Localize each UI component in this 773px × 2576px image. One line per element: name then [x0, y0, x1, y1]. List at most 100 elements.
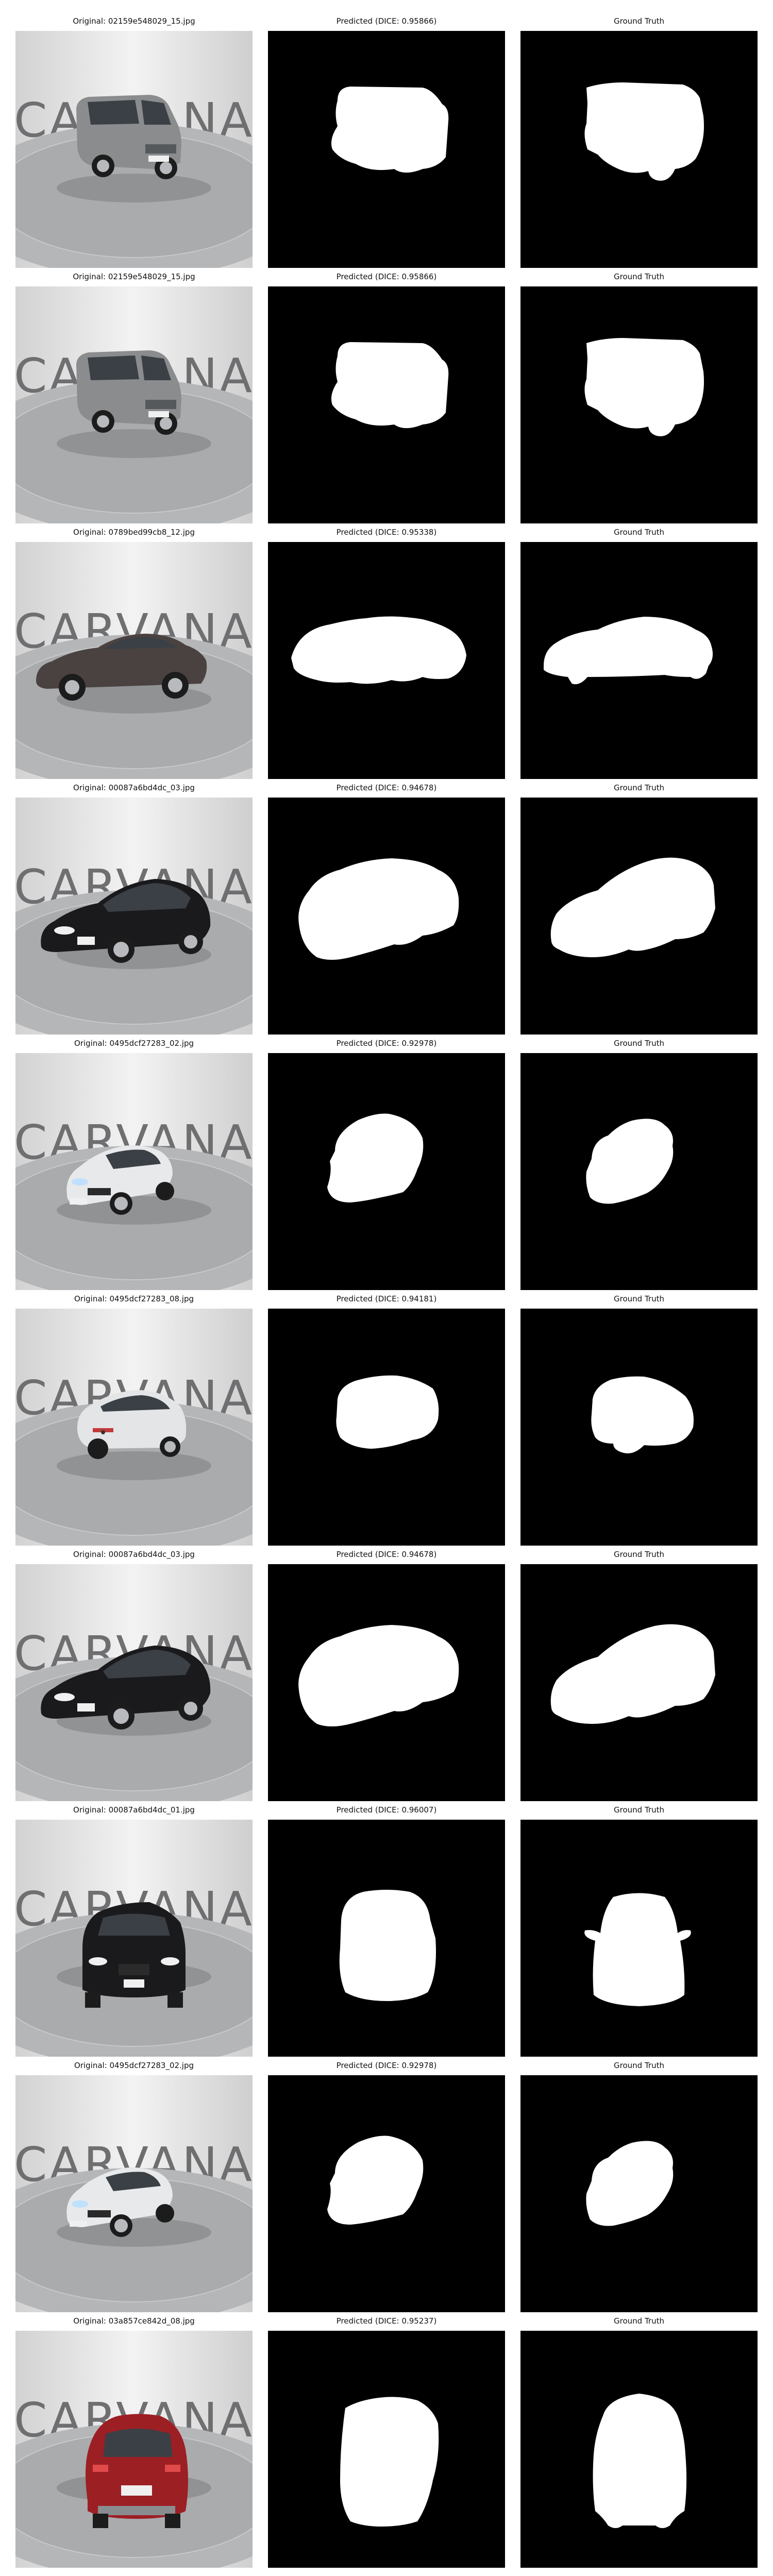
- ground-truth-mask: [520, 1053, 758, 1290]
- original-image-cell: Original: 00087a6bd4dc_01.jpg CARVANA: [15, 1800, 253, 2057]
- original-image-cell: Original: 02159e548029_15.jpg CARVANA: [15, 267, 253, 523]
- ground-truth-title: Ground Truth: [614, 1039, 664, 1048]
- predicted-title: Predicted (DICE: 0.95866): [336, 16, 437, 26]
- predicted-mask: [268, 798, 505, 1035]
- ground-truth-mask-cell: Ground Truth: [520, 1545, 758, 1801]
- ground-truth-mask-cell: Ground Truth: [520, 2311, 758, 2568]
- predicted-mask-cell: Predicted (DICE: 0.95237): [268, 2311, 505, 2568]
- ground-truth-mask-cell: Ground Truth: [520, 522, 758, 779]
- ground-truth-mask: [520, 1820, 758, 2057]
- ground-truth-mask: [520, 798, 758, 1035]
- predicted-mask: [268, 286, 505, 523]
- original-image-cell: Original: 0495dcf27283_08.jpg CARVANA: [15, 1289, 253, 1546]
- result-row: Original: 0789bed99cb8_12.jpg CARVANA Pred…: [0, 522, 773, 779]
- predicted-car-silhouette: [331, 87, 449, 173]
- predicted-title: Predicted (DICE: 0.94181): [336, 1294, 437, 1303]
- ground-truth-title: Ground Truth: [614, 16, 664, 26]
- original-photo: CARVANA: [15, 1564, 253, 1801]
- original-photo: CARVANA: [15, 286, 253, 523]
- predicted-car-silhouette: [339, 1890, 436, 2001]
- predicted-mask: [268, 1820, 505, 2057]
- ground-truth-mask: [520, 1309, 758, 1546]
- ground-truth-mask-cell: Ground Truth: [520, 267, 758, 523]
- car-image: [86, 2414, 188, 2528]
- predicted-mask-cell: Predicted (DICE: 0.96007): [268, 1800, 505, 2057]
- predicted-mask-cell: Predicted (DICE: 0.95866): [268, 267, 505, 523]
- ground-truth-title: Ground Truth: [614, 528, 664, 537]
- original-title: Original: 00087a6bd4dc_03.jpg: [73, 1550, 195, 1559]
- predicted-mask: [268, 1564, 505, 1801]
- car-image: [82, 1902, 186, 2008]
- predicted-mask-cell: Predicted (DICE: 0.92978): [268, 1033, 505, 1290]
- result-row: Original: 03a857ce842d_08.jpg CARVANA Pred…: [0, 2311, 773, 2568]
- ground-truth-title: Ground Truth: [614, 272, 664, 281]
- original-title: Original: 03a857ce842d_08.jpg: [73, 2316, 195, 2326]
- car-shadow: [57, 174, 211, 202]
- original-image-cell: Original: 00087a6bd4dc_03.jpg CARVANA: [15, 778, 253, 1035]
- car-shadow: [57, 1451, 211, 1480]
- original-title: Original: 02159e548029_15.jpg: [73, 272, 195, 281]
- ground-truth-mask: [520, 286, 758, 523]
- ground-truth-title: Ground Truth: [614, 2316, 664, 2326]
- predicted-mask: [268, 1309, 505, 1546]
- original-photo: CARVANA: [15, 2331, 253, 2568]
- predicted-title: Predicted (DICE: 0.95237): [336, 2316, 437, 2326]
- ground-truth-mask-cell: Ground Truth: [520, 1289, 758, 1546]
- ground-truth-mask: [520, 2331, 758, 2568]
- predicted-title: Predicted (DICE: 0.96007): [336, 1805, 437, 1815]
- predicted-mask-cell: Predicted (DICE: 0.92978): [268, 2056, 505, 2312]
- predicted-mask-cell: Predicted (DICE: 0.95866): [268, 11, 505, 268]
- predicted-title: Predicted (DICE: 0.95338): [336, 528, 437, 537]
- original-image-cell: Original: 03a857ce842d_08.jpg CARVANA: [15, 2311, 253, 2568]
- result-row: Original: 00087a6bd4dc_03.jpg CARVANA Pred…: [0, 1545, 773, 1801]
- ground-truth-mask-cell: Ground Truth: [520, 1033, 758, 1290]
- ground-truth-mask-cell: Ground Truth: [520, 11, 758, 268]
- ground-truth-title: Ground Truth: [614, 1550, 664, 1559]
- original-photo: CARVANA: [15, 542, 253, 779]
- original-title: Original: 0495dcf27283_02.jpg: [74, 2061, 194, 2070]
- predicted-mask-cell: Predicted (DICE: 0.94181): [268, 1289, 505, 1546]
- ground-truth-title: Ground Truth: [614, 1294, 664, 1303]
- car-image: [76, 95, 181, 179]
- ground-truth-mask: [520, 31, 758, 268]
- ground-truth-title: Ground Truth: [614, 1805, 664, 1815]
- predicted-title: Predicted (DICE: 0.92978): [336, 1039, 437, 1048]
- ground-truth-car-silhouette: [593, 2394, 687, 2528]
- predicted-mask-cell: Predicted (DICE: 0.95338): [268, 522, 505, 779]
- ground-truth-title: Ground Truth: [614, 783, 664, 792]
- car-shadow: [57, 429, 211, 458]
- predicted-mask: [268, 31, 505, 268]
- predicted-car-silhouette: [340, 2397, 439, 2527]
- car-image: [76, 350, 181, 435]
- predicted-mask: [268, 2331, 505, 2568]
- original-photo: CARVANA: [15, 1820, 253, 2057]
- original-title: Original: 00087a6bd4dc_01.jpg: [73, 1805, 195, 1815]
- result-row: Original: 0495dcf27283_08.jpg CARVANA Pred…: [0, 1289, 773, 1546]
- result-row: Original: 0495dcf27283_02.jpg CARVANA Pred…: [0, 2056, 773, 2312]
- original-image-cell: Original: 0495dcf27283_02.jpg CARVANA: [15, 1033, 253, 1290]
- original-title: Original: 0495dcf27283_02.jpg: [74, 1039, 194, 1048]
- result-row: Original: 00087a6bd4dc_03.jpg CARVANA Pred…: [0, 778, 773, 1035]
- original-photo: CARVANA: [15, 1053, 253, 1290]
- original-title: Original: 0495dcf27283_08.jpg: [74, 1294, 194, 1303]
- result-row: Original: 02159e548029_15.jpg CARVANA Pred…: [0, 267, 773, 523]
- original-photo: CARVANA: [15, 798, 253, 1035]
- original-photo: CARVANA: [15, 1309, 253, 1546]
- result-row: Original: 0495dcf27283_02.jpg CARVANA Pred…: [0, 1033, 773, 1290]
- ground-truth-mask: [520, 2075, 758, 2312]
- predicted-car-silhouette: [331, 342, 449, 428]
- ground-truth-mask-cell: Ground Truth: [520, 2056, 758, 2312]
- predicted-title: Predicted (DICE: 0.95866): [336, 272, 437, 281]
- original-image-cell: Original: 02159e548029_15.jpg CARVANA: [15, 11, 253, 268]
- predicted-title: Predicted (DICE: 0.92978): [336, 2061, 437, 2070]
- ground-truth-title: Ground Truth: [614, 2061, 664, 2070]
- predicted-mask: [268, 1053, 505, 1290]
- segmentation-results-grid: Original: 02159e548029_15.jpg CARVANA Pred…: [0, 0, 773, 2576]
- original-photo: CARVANA: [15, 2075, 253, 2312]
- predicted-title: Predicted (DICE: 0.94678): [336, 783, 437, 792]
- result-row: Original: 00087a6bd4dc_01.jpg CARVANA Pred…: [0, 1800, 773, 2057]
- original-image-cell: Original: 00087a6bd4dc_03.jpg CARVANA: [15, 1545, 253, 1801]
- predicted-mask-cell: Predicted (DICE: 0.94678): [268, 1545, 505, 1801]
- original-image-cell: Original: 0495dcf27283_02.jpg CARVANA: [15, 2056, 253, 2312]
- original-title: Original: 0789bed99cb8_12.jpg: [73, 528, 195, 537]
